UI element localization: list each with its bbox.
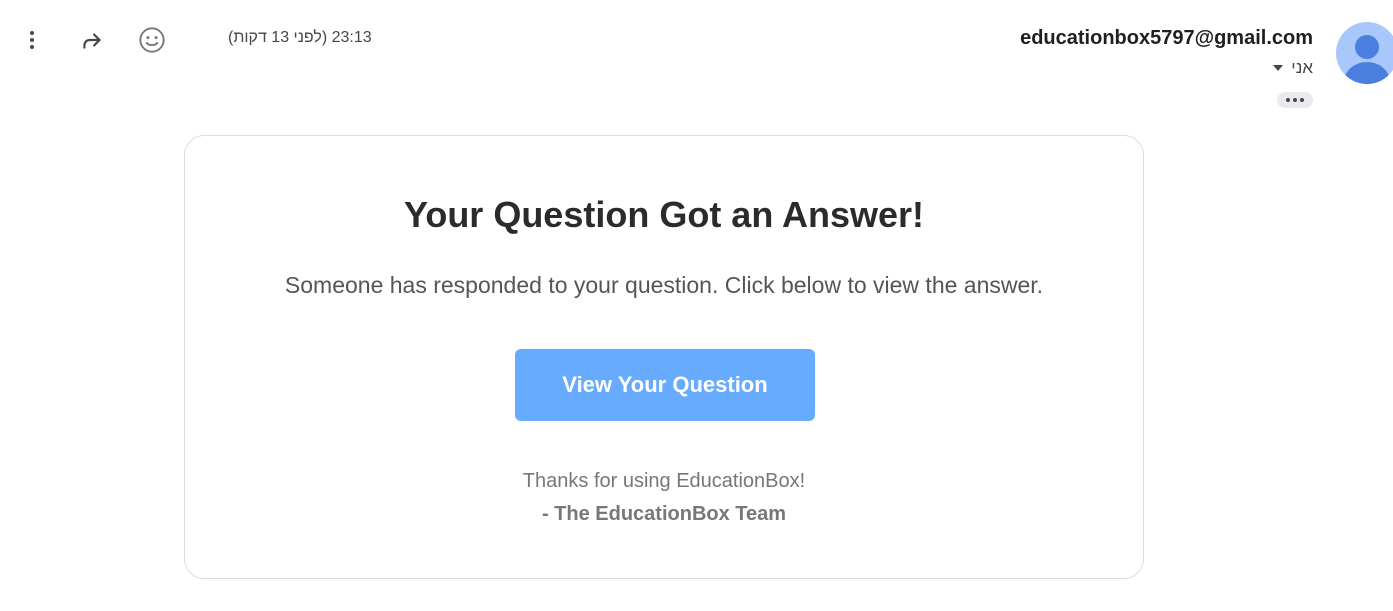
email-message: Someone has responded to your question. … (284, 272, 1044, 298)
more-vert-icon (30, 31, 34, 49)
show-trimmed-content-button[interactable] (1277, 92, 1313, 108)
sender-email: educationbox5797@gmail.com (1020, 27, 1313, 49)
more-options-button[interactable] (12, 20, 52, 60)
email-card: Your Question Got an Answer! Someone has… (184, 135, 1144, 579)
recipient-label: אני (1291, 58, 1313, 77)
ellipsis-icon (1286, 98, 1290, 102)
thanks-text: Thanks for using EducationBox! (522, 470, 806, 492)
forward-button[interactable] (72, 20, 112, 60)
emoji-icon (139, 27, 165, 53)
signature-text: - The EducationBox Team (541, 503, 787, 525)
email-title: Your Question Got an Answer! (403, 194, 925, 235)
caret-down-icon (1273, 65, 1284, 71)
avatar-icon (1355, 35, 1379, 59)
message-timestamp: 23:13 (לפני 13 דקות) (228, 29, 372, 46)
forward-icon (83, 33, 101, 49)
message-header: 23:13 (לפני 13 דקות) educationbox5797@gm… (0, 0, 1393, 120)
add-reaction-button[interactable] (132, 20, 172, 60)
sender-avatar[interactable] (1336, 22, 1393, 84)
recipient-details-toggle[interactable]: אני (1273, 58, 1313, 78)
view-question-button[interactable]: View Your Question (515, 349, 815, 421)
